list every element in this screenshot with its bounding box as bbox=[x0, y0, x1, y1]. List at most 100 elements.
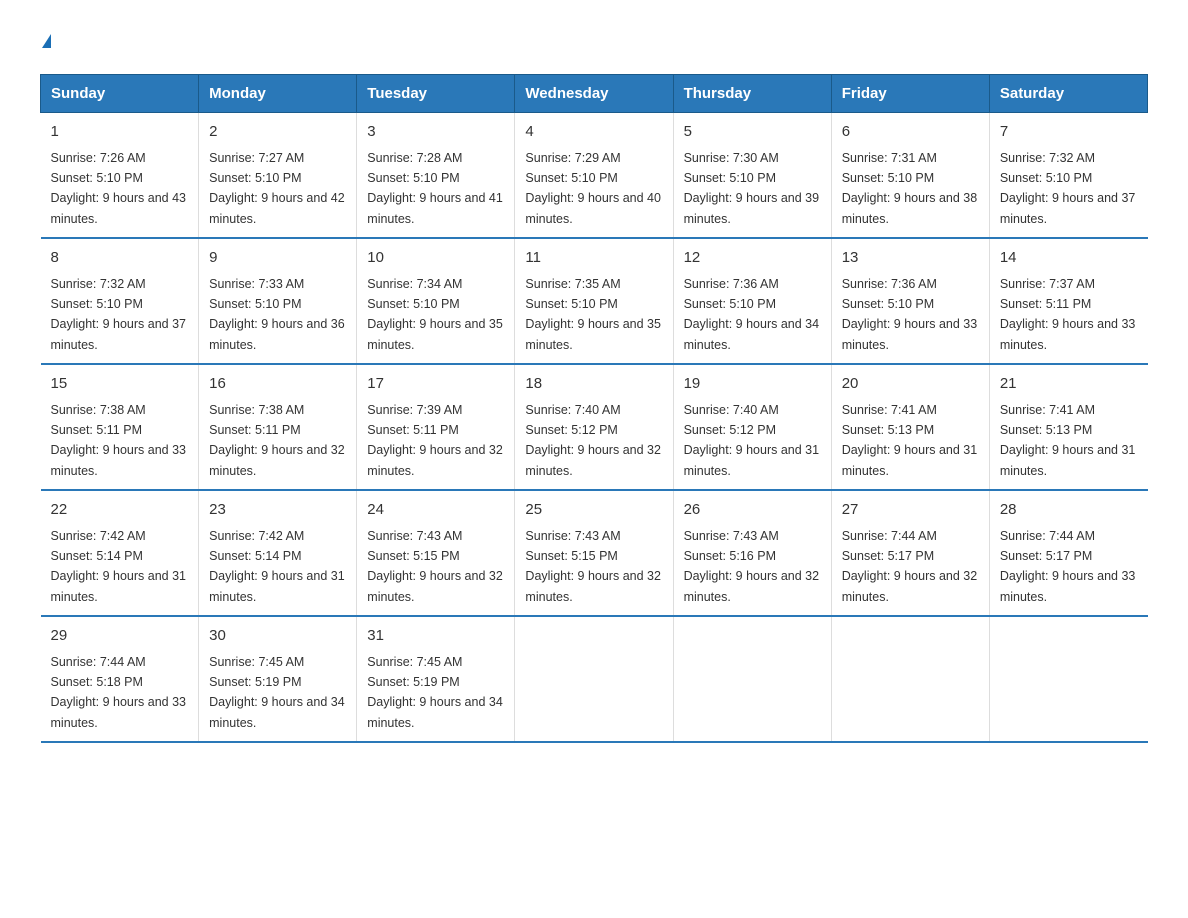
day-info: Sunrise: 7:32 AMSunset: 5:10 PMDaylight:… bbox=[1000, 151, 1136, 226]
day-info: Sunrise: 7:30 AMSunset: 5:10 PMDaylight:… bbox=[684, 151, 820, 226]
day-info: Sunrise: 7:41 AMSunset: 5:13 PMDaylight:… bbox=[842, 403, 978, 478]
day-info: Sunrise: 7:45 AMSunset: 5:19 PMDaylight:… bbox=[367, 655, 503, 730]
day-info: Sunrise: 7:38 AMSunset: 5:11 PMDaylight:… bbox=[51, 403, 187, 478]
day-number: 3 bbox=[367, 121, 504, 144]
day-info: Sunrise: 7:36 AMSunset: 5:10 PMDaylight:… bbox=[684, 277, 820, 352]
day-info: Sunrise: 7:43 AMSunset: 5:15 PMDaylight:… bbox=[367, 529, 503, 604]
day-number: 11 bbox=[525, 247, 662, 270]
day-header-thursday: Thursday bbox=[673, 75, 831, 113]
day-header-sunday: Sunday bbox=[41, 75, 199, 113]
calendar-cell: 4 Sunrise: 7:29 AMSunset: 5:10 PMDaylight… bbox=[515, 113, 673, 239]
day-number: 4 bbox=[525, 121, 662, 144]
day-number: 20 bbox=[842, 373, 979, 396]
logo-triangle-icon bbox=[42, 34, 51, 48]
day-number: 10 bbox=[367, 247, 504, 270]
calendar-cell: 12 Sunrise: 7:36 AMSunset: 5:10 PMDayligh… bbox=[673, 238, 831, 364]
day-info: Sunrise: 7:43 AMSunset: 5:16 PMDaylight:… bbox=[684, 529, 820, 604]
day-info: Sunrise: 7:36 AMSunset: 5:10 PMDaylight:… bbox=[842, 277, 978, 352]
day-number: 28 bbox=[1000, 499, 1138, 522]
day-number: 7 bbox=[1000, 121, 1138, 144]
day-info: Sunrise: 7:44 AMSunset: 5:18 PMDaylight:… bbox=[51, 655, 187, 730]
calendar-cell: 14 Sunrise: 7:37 AMSunset: 5:11 PMDayligh… bbox=[989, 238, 1147, 364]
day-number: 29 bbox=[51, 625, 189, 648]
day-info: Sunrise: 7:37 AMSunset: 5:11 PMDaylight:… bbox=[1000, 277, 1136, 352]
calendar-cell: 10Sunrise: 7:34 AMSunset: 5:10 PMDayligh… bbox=[357, 238, 515, 364]
day-number: 30 bbox=[209, 625, 346, 648]
calendar-week-row: 1Sunrise: 7:26 AMSunset: 5:10 PMDaylight… bbox=[41, 113, 1148, 239]
logo bbox=[40, 30, 51, 54]
day-info: Sunrise: 7:32 AMSunset: 5:10 PMDaylight:… bbox=[51, 277, 187, 352]
day-info: Sunrise: 7:40 AMSunset: 5:12 PMDaylight:… bbox=[525, 403, 661, 478]
calendar-body: 1Sunrise: 7:26 AMSunset: 5:10 PMDaylight… bbox=[41, 113, 1148, 743]
calendar-cell: 18 Sunrise: 7:40 AMSunset: 5:12 PMDayligh… bbox=[515, 364, 673, 490]
calendar-cell: 19Sunrise: 7:40 AMSunset: 5:12 PMDayligh… bbox=[673, 364, 831, 490]
day-number: 18 bbox=[525, 373, 662, 396]
calendar-cell: 22 Sunrise: 7:42 AMSunset: 5:14 PMDayligh… bbox=[41, 490, 199, 616]
page-header bbox=[40, 30, 1148, 54]
day-number: 19 bbox=[684, 373, 821, 396]
day-number: 14 bbox=[1000, 247, 1138, 270]
day-number: 5 bbox=[684, 121, 821, 144]
day-number: 17 bbox=[367, 373, 504, 396]
calendar-cell: 6 Sunrise: 7:31 AMSunset: 5:10 PMDaylight… bbox=[831, 113, 989, 239]
calendar-cell: 23 Sunrise: 7:42 AMSunset: 5:14 PMDayligh… bbox=[199, 490, 357, 616]
day-header-friday: Friday bbox=[831, 75, 989, 113]
day-number: 13 bbox=[842, 247, 979, 270]
calendar-cell: 17 Sunrise: 7:39 AMSunset: 5:11 PMDayligh… bbox=[357, 364, 515, 490]
day-info: Sunrise: 7:41 AMSunset: 5:13 PMDaylight:… bbox=[1000, 403, 1136, 478]
calendar-week-row: 15 Sunrise: 7:38 AMSunset: 5:11 PMDayligh… bbox=[41, 364, 1148, 490]
day-number: 16 bbox=[209, 373, 346, 396]
calendar-cell: 8 Sunrise: 7:32 AMSunset: 5:10 PMDaylight… bbox=[41, 238, 199, 364]
day-info: Sunrise: 7:39 AMSunset: 5:11 PMDaylight:… bbox=[367, 403, 503, 478]
calendar-cell: 2Sunrise: 7:27 AMSunset: 5:10 PMDaylight… bbox=[199, 113, 357, 239]
calendar-cell: 26 Sunrise: 7:43 AMSunset: 5:16 PMDayligh… bbox=[673, 490, 831, 616]
calendar-cell: 25 Sunrise: 7:43 AMSunset: 5:15 PMDayligh… bbox=[515, 490, 673, 616]
calendar-cell: 1Sunrise: 7:26 AMSunset: 5:10 PMDaylight… bbox=[41, 113, 199, 239]
calendar-cell: 29 Sunrise: 7:44 AMSunset: 5:18 PMDayligh… bbox=[41, 616, 199, 742]
calendar-cell bbox=[515, 616, 673, 742]
day-number: 12 bbox=[684, 247, 821, 270]
calendar-cell: 30Sunrise: 7:45 AMSunset: 5:19 PMDayligh… bbox=[199, 616, 357, 742]
day-info: Sunrise: 7:35 AMSunset: 5:10 PMDaylight:… bbox=[525, 277, 661, 352]
calendar-cell bbox=[673, 616, 831, 742]
day-number: 2 bbox=[209, 121, 346, 144]
day-header-tuesday: Tuesday bbox=[357, 75, 515, 113]
day-info: Sunrise: 7:42 AMSunset: 5:14 PMDaylight:… bbox=[51, 529, 187, 604]
day-number: 9 bbox=[209, 247, 346, 270]
day-number: 25 bbox=[525, 499, 662, 522]
day-number: 23 bbox=[209, 499, 346, 522]
day-info: Sunrise: 7:42 AMSunset: 5:14 PMDaylight:… bbox=[209, 529, 345, 604]
day-info: Sunrise: 7:28 AMSunset: 5:10 PMDaylight:… bbox=[367, 151, 503, 226]
header-row: SundayMondayTuesdayWednesdayThursdayFrid… bbox=[41, 75, 1148, 113]
calendar-cell: 9 Sunrise: 7:33 AMSunset: 5:10 PMDaylight… bbox=[199, 238, 357, 364]
day-number: 15 bbox=[51, 373, 189, 396]
day-info: Sunrise: 7:29 AMSunset: 5:10 PMDaylight:… bbox=[525, 151, 661, 226]
day-number: 26 bbox=[684, 499, 821, 522]
day-info: Sunrise: 7:33 AMSunset: 5:10 PMDaylight:… bbox=[209, 277, 345, 352]
calendar-header: SundayMondayTuesdayWednesdayThursdayFrid… bbox=[41, 75, 1148, 113]
calendar-cell bbox=[831, 616, 989, 742]
calendar-week-row: 8 Sunrise: 7:32 AMSunset: 5:10 PMDaylight… bbox=[41, 238, 1148, 364]
calendar-cell: 5 Sunrise: 7:30 AMSunset: 5:10 PMDaylight… bbox=[673, 113, 831, 239]
calendar-cell: 11 Sunrise: 7:35 AMSunset: 5:10 PMDayligh… bbox=[515, 238, 673, 364]
calendar-cell: 15 Sunrise: 7:38 AMSunset: 5:11 PMDayligh… bbox=[41, 364, 199, 490]
calendar-week-row: 22 Sunrise: 7:42 AMSunset: 5:14 PMDayligh… bbox=[41, 490, 1148, 616]
calendar-week-row: 29 Sunrise: 7:44 AMSunset: 5:18 PMDayligh… bbox=[41, 616, 1148, 742]
day-number: 21 bbox=[1000, 373, 1138, 396]
day-info: Sunrise: 7:44 AMSunset: 5:17 PMDaylight:… bbox=[842, 529, 978, 604]
calendar-cell: 31Sunrise: 7:45 AMSunset: 5:19 PMDayligh… bbox=[357, 616, 515, 742]
day-number: 24 bbox=[367, 499, 504, 522]
day-number: 1 bbox=[51, 121, 189, 144]
calendar-cell: 28Sunrise: 7:44 AMSunset: 5:17 PMDayligh… bbox=[989, 490, 1147, 616]
day-info: Sunrise: 7:31 AMSunset: 5:10 PMDaylight:… bbox=[842, 151, 978, 226]
day-number: 22 bbox=[51, 499, 189, 522]
day-info: Sunrise: 7:43 AMSunset: 5:15 PMDaylight:… bbox=[525, 529, 661, 604]
day-number: 27 bbox=[842, 499, 979, 522]
day-number: 6 bbox=[842, 121, 979, 144]
calendar-cell: 24 Sunrise: 7:43 AMSunset: 5:15 PMDayligh… bbox=[357, 490, 515, 616]
day-header-saturday: Saturday bbox=[989, 75, 1147, 113]
day-number: 8 bbox=[51, 247, 189, 270]
calendar-cell: 3 Sunrise: 7:28 AMSunset: 5:10 PMDaylight… bbox=[357, 113, 515, 239]
day-info: Sunrise: 7:38 AMSunset: 5:11 PMDaylight:… bbox=[209, 403, 345, 478]
calendar-cell bbox=[989, 616, 1147, 742]
